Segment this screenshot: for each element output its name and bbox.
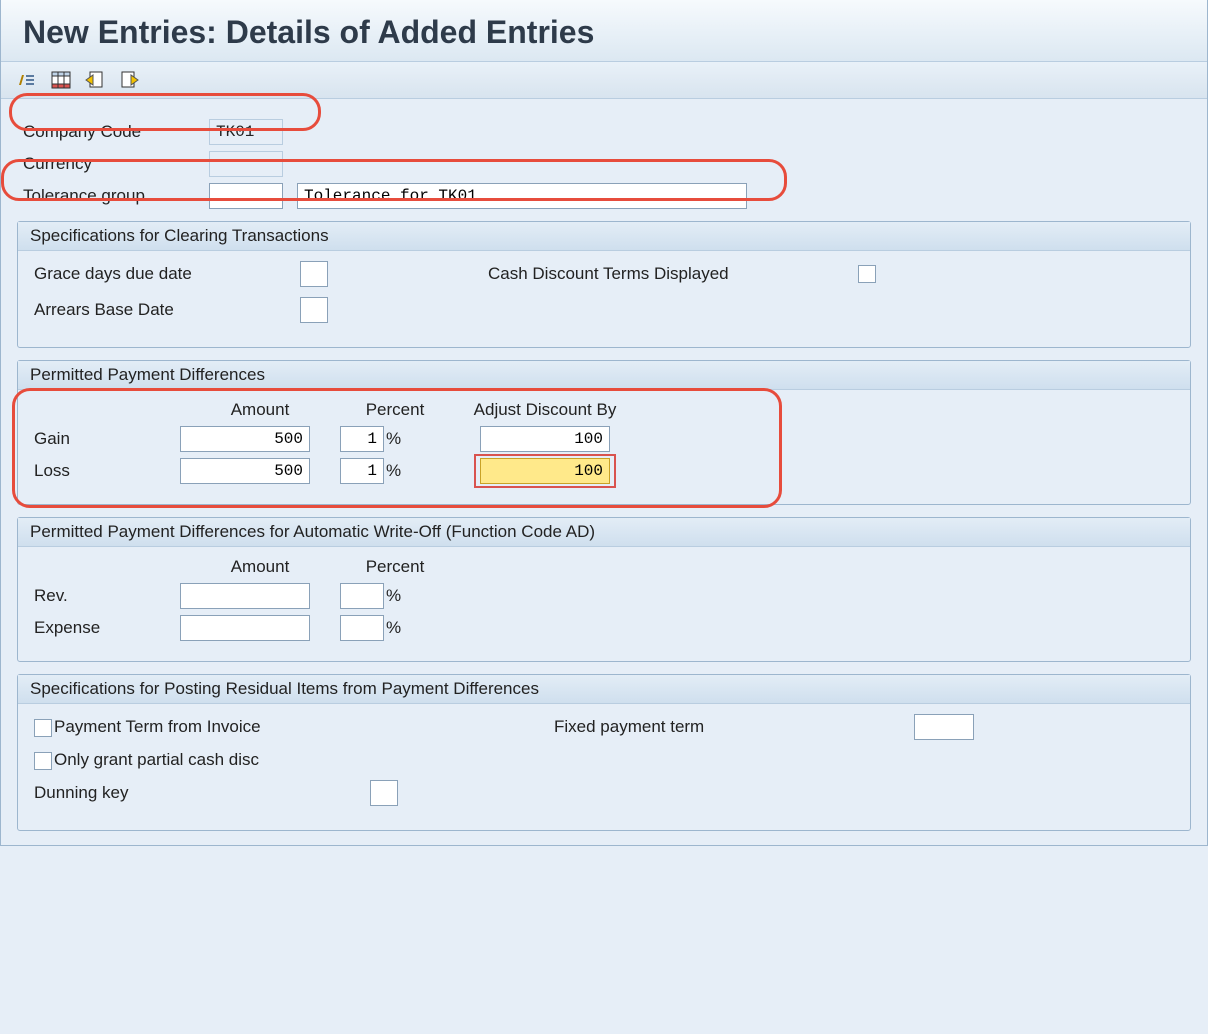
table-settings-icon[interactable] bbox=[49, 68, 73, 92]
col-percent-label: Percent bbox=[340, 400, 450, 420]
loss-percent-input[interactable] bbox=[340, 458, 384, 484]
grace-days-input[interactable] bbox=[300, 261, 328, 287]
cash-discount-checkbox[interactable] bbox=[858, 265, 876, 283]
group-auto-writeoff: Permitted Payment Differences for Automa… bbox=[17, 517, 1191, 662]
auto-col-amount-label: Amount bbox=[180, 557, 340, 577]
expense-percent-input[interactable] bbox=[340, 615, 384, 641]
loss-amount-input[interactable] bbox=[180, 458, 310, 484]
group-payment-diff-title: Permitted Payment Differences bbox=[18, 361, 1190, 390]
prev-entry-icon[interactable] bbox=[83, 68, 107, 92]
toolbar bbox=[1, 62, 1207, 99]
arrears-input[interactable] bbox=[300, 297, 328, 323]
next-entry-icon[interactable] bbox=[117, 68, 141, 92]
title-bar: New Entries: Details of Added Entries bbox=[1, 0, 1207, 62]
group-payment-diff: Permitted Payment Differences Amount Per… bbox=[17, 360, 1191, 505]
expense-amount-input[interactable] bbox=[180, 615, 310, 641]
rev-label: Rev. bbox=[30, 586, 180, 606]
payment-term-invoice-checkbox[interactable] bbox=[34, 719, 52, 737]
gain-label: Gain bbox=[30, 429, 180, 449]
arrears-label: Arrears Base Date bbox=[30, 300, 300, 320]
toggle-icon[interactable] bbox=[15, 68, 39, 92]
tolerance-group-desc-input[interactable] bbox=[297, 183, 747, 209]
cash-discount-label: Cash Discount Terms Displayed bbox=[488, 264, 858, 284]
partial-cash-disc-checkbox[interactable] bbox=[34, 752, 52, 770]
payment-term-invoice-label: Payment Term from Invoice bbox=[54, 717, 554, 737]
loss-label: Loss bbox=[30, 461, 180, 481]
dunning-key-input[interactable] bbox=[370, 780, 398, 806]
dunning-key-label: Dunning key bbox=[30, 783, 370, 803]
rev-amount-input[interactable] bbox=[180, 583, 310, 609]
currency-label: Currency bbox=[9, 154, 209, 174]
auto-col-percent-label: Percent bbox=[340, 557, 450, 577]
company-code-value: TK01 bbox=[209, 119, 283, 145]
currency-value bbox=[209, 151, 283, 177]
partial-cash-disc-label: Only grant partial cash disc bbox=[54, 750, 554, 770]
gain-amount-input[interactable] bbox=[180, 426, 310, 452]
tolerance-group-code-input[interactable] bbox=[209, 183, 283, 209]
group-residual: Specifications for Posting Residual Item… bbox=[17, 674, 1191, 831]
loss-adjust-input[interactable] bbox=[480, 458, 610, 484]
group-clearing: Specifications for Clearing Transactions… bbox=[17, 221, 1191, 348]
group-residual-title: Specifications for Posting Residual Item… bbox=[18, 675, 1190, 704]
tolerance-group-label: Tolerance group bbox=[9, 186, 209, 206]
grace-days-label: Grace days due date bbox=[30, 264, 300, 284]
page-title: New Entries: Details of Added Entries bbox=[23, 14, 1185, 51]
rev-percent-input[interactable] bbox=[340, 583, 384, 609]
group-auto-writeoff-title: Permitted Payment Differences for Automa… bbox=[18, 518, 1190, 547]
gain-adjust-input[interactable] bbox=[480, 426, 610, 452]
company-code-label: Company Code bbox=[9, 122, 209, 142]
group-clearing-title: Specifications for Clearing Transactions bbox=[18, 222, 1190, 251]
fixed-payment-term-label: Fixed payment term bbox=[554, 717, 914, 737]
col-amount-label: Amount bbox=[180, 400, 340, 420]
gain-percent-input[interactable] bbox=[340, 426, 384, 452]
fixed-payment-term-input[interactable] bbox=[914, 714, 974, 740]
expense-label: Expense bbox=[30, 618, 180, 638]
col-adjust-label: Adjust Discount By bbox=[450, 400, 640, 420]
